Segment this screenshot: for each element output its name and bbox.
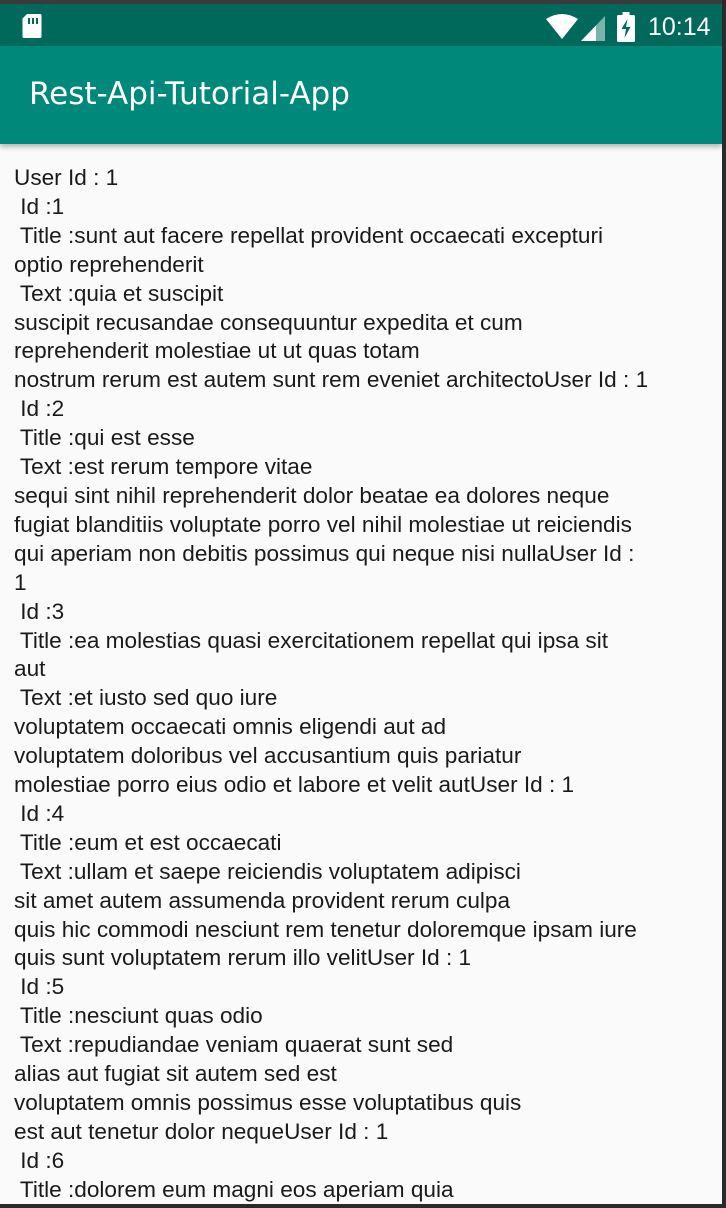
sim-card-icon: [22, 14, 42, 38]
battery-charging-icon: [617, 12, 635, 42]
screen-bottom-edge: [0, 1204, 726, 1208]
status-bar: 10:14: [0, 4, 722, 46]
screen-right-edge: [722, 0, 726, 1208]
app-title: Rest-Api-Tutorial-App: [29, 76, 350, 112]
wifi-icon: [546, 14, 578, 39]
app-bar: Rest-Api-Tutorial-App: [0, 46, 722, 144]
signal-icon: [581, 16, 605, 41]
posts-content-area[interactable]: User Id : 1 Id :1 Title :sunt aut facere…: [0, 144, 722, 1204]
posts-text: User Id : 1 Id :1 Title :sunt aut facere…: [14, 165, 649, 1202]
status-bar-clock: 10:14: [648, 13, 711, 41]
